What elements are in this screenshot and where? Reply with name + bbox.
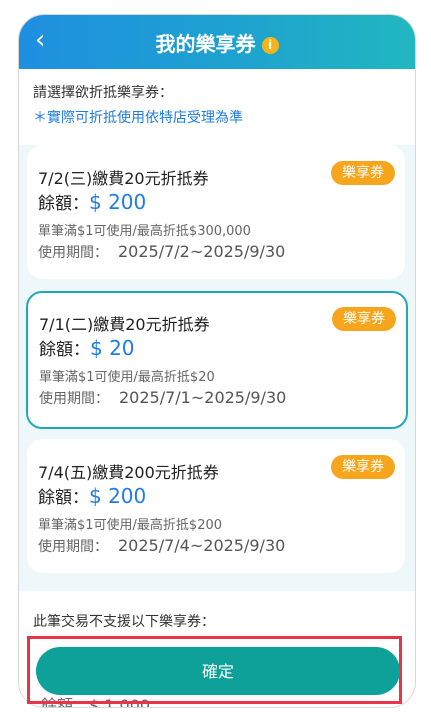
balance-label: 餘額： [38,194,89,214]
voucher-title: 7/2(三)繳費20元折抵券 [38,169,209,188]
select-prompt: 請選擇欲折抵樂享券： [33,85,173,101]
voucher-badge: 樂享券 [331,161,395,185]
voucher-rule: 單筆滿$1可使用/最高折抵$200 [38,518,223,533]
phone-screen: ‹ 我的樂享券 i 請選擇欲折抵樂享券： ＊實際可折抵使用依特店受理為準 7/2(… [18,14,416,708]
unsupported-label: 此筆交易不支援以下樂享券： [33,614,215,630]
intro-section: 請選擇欲折抵樂享券： ＊實際可折抵使用依特店受理為準 [19,69,415,145]
period-label: 使用期間： [38,245,108,261]
page-title: 我的樂享券 [155,32,256,56]
balance-label: 餘額： [39,340,90,360]
voucher-period: 使用期間： 2025/7/4~2025/9/30 [38,536,285,556]
period-dates: 2025/7/4~2025/9/30 [118,536,286,555]
info-icon[interactable]: i [261,37,279,54]
period-dates: 2025/7/2~2025/9/30 [118,242,286,261]
voucher-rule: 單筆滿$1可使用/最高折抵$20 [39,370,215,385]
balance-value: $ 200 [89,484,147,508]
balance-label: 餘額： [38,488,89,508]
voucher-card-selected[interactable]: 7/1(二)繳費20元折抵券 樂享券 餘額：$ 20 單筆滿$1可使用/最高折抵… [26,291,408,429]
voucher-balance: 餘額：$ 200 [38,483,146,508]
voucher-period: 使用期間： 2025/7/1~2025/9/30 [39,388,286,408]
voucher-card[interactable]: 7/2(三)繳費20元折抵券 樂享券 餘額：$ 200 單筆滿$1可使用/最高折… [27,145,405,279]
period-dates: 2025/7/1~2025/9/30 [119,388,287,407]
period-label: 使用期間： [38,539,108,555]
page-title-wrap: 我的樂享券 i [19,28,415,57]
voucher-badge: 樂享券 [331,455,395,479]
header-bar: ‹ 我的樂享券 i [19,15,415,69]
voucher-title: 7/1(二)繳費20元折抵券 [39,315,210,334]
voucher-rule: 單筆滿$1可使用/最高折抵$300,000 [38,224,251,239]
usage-note: ＊實際可折抵使用依特店受理為準 [33,110,243,126]
balance-value: $ 20 [90,336,135,360]
voucher-badge: 樂享券 [332,307,396,331]
period-label: 使用期間： [39,391,109,407]
voucher-period: 使用期間： 2025/7/2~2025/9/30 [38,242,285,262]
confirm-button[interactable]: 確定 [36,647,400,695]
voucher-balance: 餘額：$ 20 [39,335,135,360]
voucher-title: 7/4(五)繳費200元折抵券 [38,463,219,482]
voucher-card[interactable]: 7/4(五)繳費200元折抵券 樂享券 餘額：$ 200 單筆滿$1可使用/最高… [27,439,405,573]
balance-value: $ 200 [89,190,147,214]
voucher-balance: 餘額：$ 200 [38,189,146,214]
